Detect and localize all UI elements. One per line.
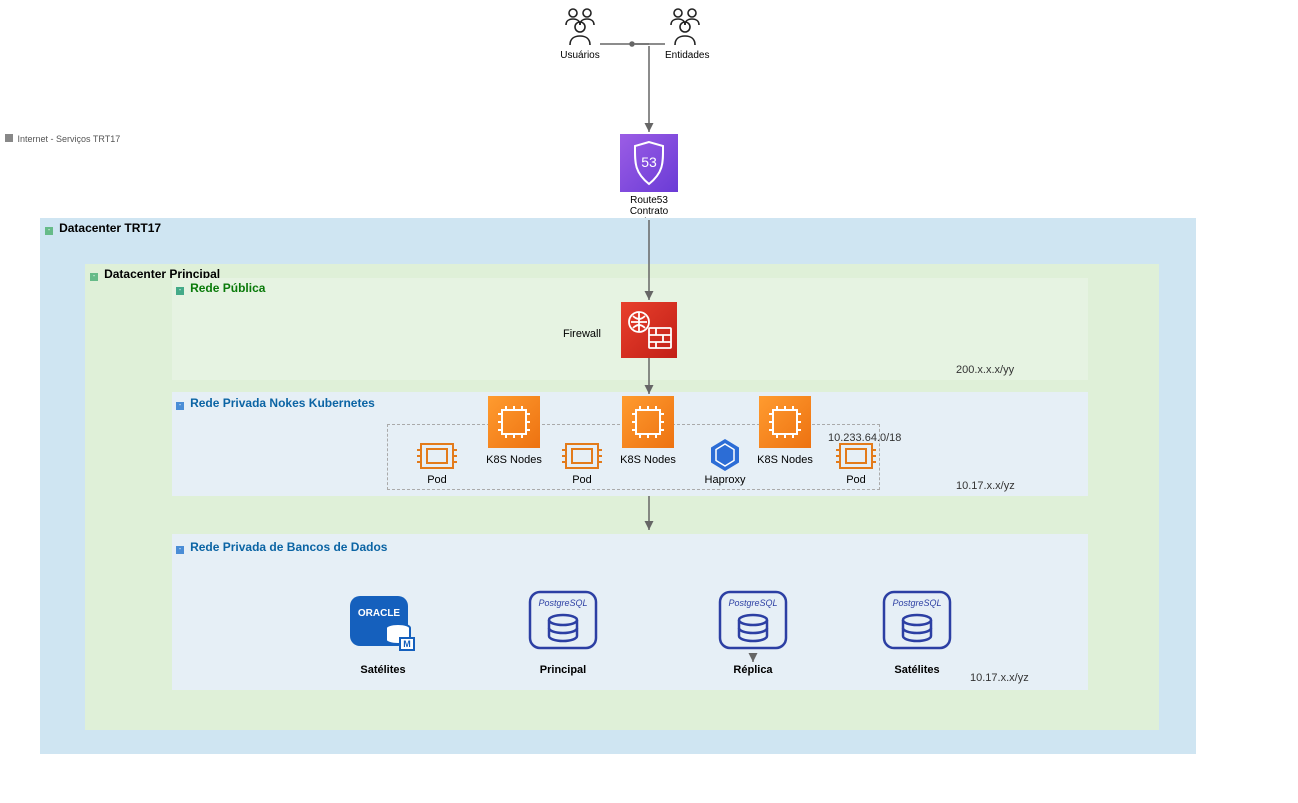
usuarios-label: Usuários <box>560 50 600 61</box>
k8s-node-3 <box>759 396 811 451</box>
users-icon <box>560 5 600 47</box>
pg-principal-label: Principal <box>523 664 603 676</box>
entidades-label: Entidades <box>665 50 705 61</box>
postgresql-icon: PostgreSQL <box>718 590 788 654</box>
datacenter-trt17-title: Datacenter TRT17 <box>59 221 161 235</box>
pg-satelites-label: Satélites <box>877 664 957 676</box>
entidades-node: Entidades <box>665 5 705 61</box>
pg-satelites-node: PostgreSQL <box>882 590 952 657</box>
svg-text:ORACLE: ORACLE <box>358 608 401 619</box>
tab-label-text: Internet - Serviços TRT17 <box>18 134 121 144</box>
collapse-icon[interactable]: - <box>45 227 53 235</box>
diagram-tab-label: Internet - Serviços TRT17 <box>5 134 120 144</box>
usuarios-node: Usuários <box>560 5 600 61</box>
haproxy-icon <box>708 438 742 472</box>
chip-icon <box>562 440 602 472</box>
k8s-node-1 <box>488 396 540 451</box>
users-icon <box>665 5 705 47</box>
route53-node: 53 Route53 Contrato Claro <box>620 134 678 228</box>
ec2-icon <box>759 396 811 448</box>
rede-publica-title-row: - Rede Pública <box>176 281 265 295</box>
rede-publica-cidr: 200.x.x.x/yy <box>956 364 1014 376</box>
rede-db-cidr: 10.17.x.x/yz <box>970 672 1029 684</box>
collapse-icon[interactable]: - <box>176 402 184 410</box>
route53-icon: 53 <box>620 134 678 192</box>
k8s-node-2-label: K8S Nodes <box>612 454 684 466</box>
ec2-icon <box>488 396 540 448</box>
svg-text:M: M <box>403 639 411 649</box>
pod-1 <box>417 440 457 475</box>
svg-text:PostgreSQL: PostgreSQL <box>538 598 587 608</box>
postgresql-icon: PostgreSQL <box>882 590 952 654</box>
pg-replica-node: PostgreSQL <box>718 590 788 657</box>
k8s-node-2 <box>622 396 674 451</box>
pod-2 <box>562 440 602 475</box>
k8s-node-1-label: K8S Nodes <box>478 454 550 466</box>
firewall-icon <box>621 302 677 358</box>
rede-k8s-title-row: - Rede Privada Nokes Kubernetes <box>176 396 375 410</box>
rede-k8s-nodes-cidr: 10.17.x.x/yz <box>956 480 1015 492</box>
firewall-node <box>621 302 677 361</box>
haproxy-label: Haproxy <box>698 474 752 486</box>
ec2-icon <box>622 396 674 448</box>
haproxy-node <box>708 438 742 475</box>
collapse-icon[interactable]: - <box>176 287 184 295</box>
route53-badge-text: 53 <box>641 154 657 170</box>
oracle-db-node: ORACLE M <box>350 596 416 655</box>
pg-principal-node: PostgreSQL <box>528 590 598 657</box>
rede-db-title-row: - Rede Privada de Bancos de Dados <box>176 540 387 554</box>
route53-label1: Route53 <box>620 195 678 206</box>
rede-db-title: Rede Privada de Bancos de Dados <box>190 540 387 554</box>
pod-3 <box>836 440 876 475</box>
oracle-db-label: Satélites <box>346 664 420 676</box>
k8s-node-3-label: K8S Nodes <box>749 454 821 466</box>
postgresql-icon: PostgreSQL <box>528 590 598 654</box>
rede-publica-title: Rede Pública <box>190 281 265 295</box>
chip-icon <box>836 440 876 472</box>
collapse-icon[interactable]: - <box>176 546 184 554</box>
oracle-icon: ORACLE M <box>350 596 416 652</box>
rede-k8s-title: Rede Privada Nokes Kubernetes <box>190 396 375 410</box>
svg-text:PostgreSQL: PostgreSQL <box>728 598 777 608</box>
svg-text:PostgreSQL: PostgreSQL <box>892 598 941 608</box>
pod-2-label: Pod <box>565 474 599 486</box>
chip-icon <box>417 440 457 472</box>
pg-replica-label: Réplica <box>713 664 793 676</box>
pod-1-label: Pod <box>420 474 454 486</box>
pod-3-label: Pod <box>839 474 873 486</box>
datacenter-trt17-title-row: - Datacenter TRT17 <box>45 221 161 235</box>
firewall-label: Firewall <box>563 328 601 340</box>
collapse-icon[interactable]: - <box>90 273 98 281</box>
